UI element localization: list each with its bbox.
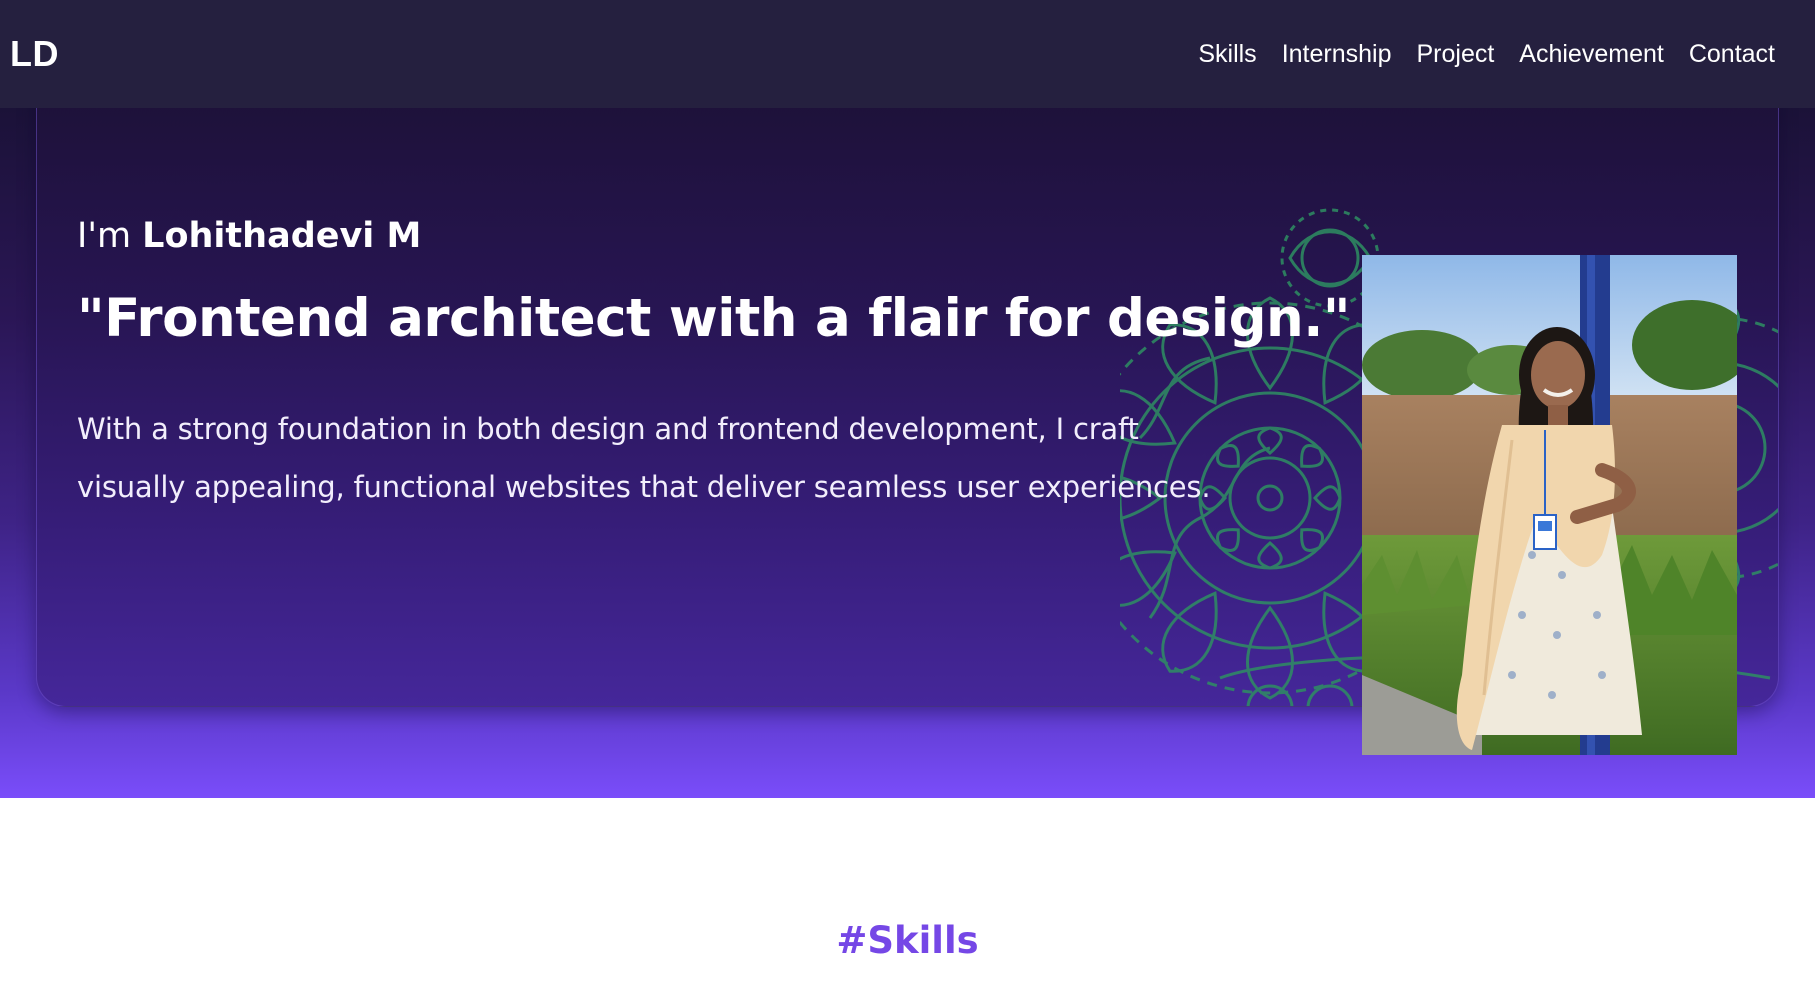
nav-link-project[interactable]: Project: [1416, 40, 1494, 69]
profile-photo: [1362, 255, 1737, 755]
hero-tagline: "Frontend architect with a flair for des…: [77, 288, 1351, 349]
nav-links: Skills Internship Project Achievement Co…: [1173, 40, 1775, 69]
brand-logo[interactable]: LD: [10, 33, 59, 75]
nav-link-achievement[interactable]: Achievement: [1519, 40, 1664, 69]
navbar: LD Skills Internship Project Achievement…: [0, 0, 1815, 108]
hero-name: Lohithadevi M: [142, 216, 422, 256]
hero-section: I'm Lohithadevi M "Frontend architect wi…: [0, 108, 1815, 798]
nav-link-internship[interactable]: Internship: [1282, 40, 1392, 69]
skills-heading: #Skills: [836, 918, 979, 962]
hero-intro: I'm Lohithadevi M: [77, 216, 421, 256]
nav-link-contact[interactable]: Contact: [1689, 40, 1775, 69]
nav-link-skills[interactable]: Skills: [1198, 40, 1256, 69]
intro-prefix: I'm: [77, 216, 143, 256]
hero-description: With a strong foundation in both design …: [77, 412, 1211, 504]
